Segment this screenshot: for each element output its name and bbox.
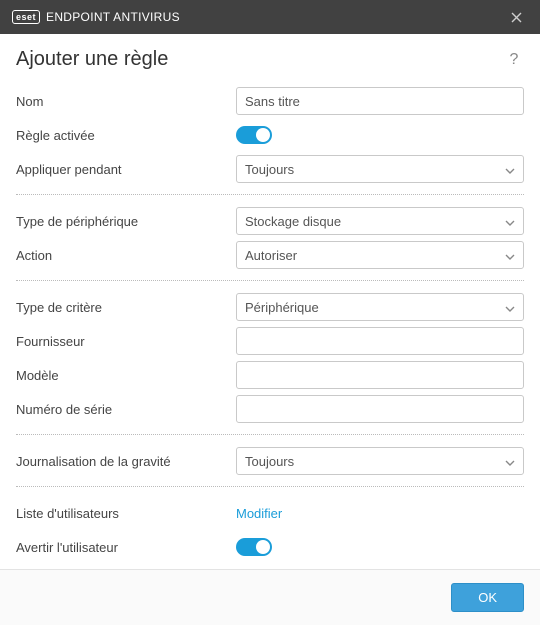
close-button[interactable] (504, 5, 528, 29)
chevron-down-icon (505, 248, 515, 263)
divider (16, 280, 524, 281)
help-icon: ? (510, 51, 519, 68)
name-label: Nom (16, 94, 236, 109)
help-button[interactable]: ? (504, 51, 524, 69)
vendor-label: Fournisseur (16, 334, 236, 349)
criteria-type-value: Périphérique (245, 300, 505, 315)
toggle-knob (256, 128, 270, 142)
user-list-edit-link[interactable]: Modifier (236, 506, 282, 521)
action-select[interactable]: Autoriser (236, 241, 524, 269)
title-bar: eset ENDPOINT ANTIVIRUS (0, 0, 540, 34)
apply-during-select[interactable]: Toujours (236, 155, 524, 183)
product-name: ENDPOINT ANTIVIRUS (46, 10, 180, 24)
action-value: Autoriser (245, 248, 505, 263)
serial-input[interactable] (236, 395, 524, 423)
severity-log-value: Toujours (245, 454, 505, 469)
chevron-down-icon (505, 214, 515, 229)
divider (16, 434, 524, 435)
criteria-type-label: Type de critère (16, 300, 236, 315)
chevron-down-icon (505, 454, 515, 469)
model-label: Modèle (16, 368, 236, 383)
notify-user-label: Avertir l'utilisateur (16, 540, 236, 555)
action-label: Action (16, 248, 236, 263)
device-type-value: Stockage disque (245, 214, 505, 229)
user-list-label: Liste d'utilisateurs (16, 506, 236, 521)
footer: OK (0, 569, 540, 625)
brand-badge: eset (12, 10, 40, 24)
serial-label: Numéro de série (16, 402, 236, 417)
divider (16, 486, 524, 487)
severity-log-label: Journalisation de la gravité (16, 454, 236, 469)
toggle-knob (256, 540, 270, 554)
apply-during-label: Appliquer pendant (16, 162, 236, 177)
rule-enabled-toggle[interactable] (236, 126, 272, 144)
close-icon (511, 12, 522, 23)
device-type-label: Type de périphérique (16, 214, 236, 229)
model-input[interactable] (236, 361, 524, 389)
severity-log-select[interactable]: Toujours (236, 447, 524, 475)
vendor-input[interactable] (236, 327, 524, 355)
divider (16, 194, 524, 195)
criteria-type-select[interactable]: Périphérique (236, 293, 524, 321)
chevron-down-icon (505, 300, 515, 315)
chevron-down-icon (505, 162, 515, 177)
rule-enabled-label: Règle activée (16, 128, 236, 143)
apply-during-value: Toujours (245, 162, 505, 177)
device-type-select[interactable]: Stockage disque (236, 207, 524, 235)
brand: eset ENDPOINT ANTIVIRUS (12, 10, 180, 24)
name-input[interactable] (236, 87, 524, 115)
notify-user-toggle[interactable] (236, 538, 272, 556)
page-title: Ajouter une règle (16, 48, 168, 71)
ok-button[interactable]: OK (451, 583, 524, 612)
